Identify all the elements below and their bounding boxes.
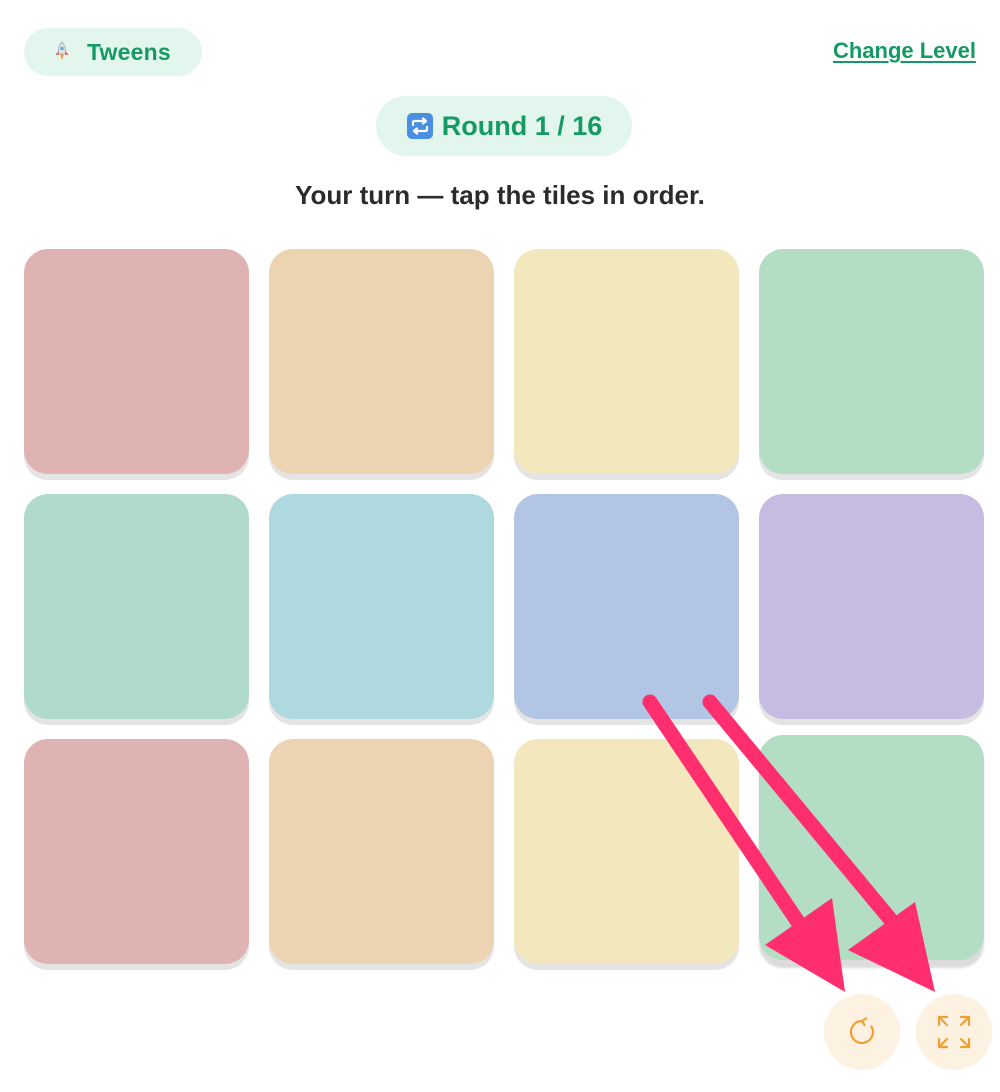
round-label: Round 1 / 16	[441, 110, 603, 141]
fullscreen-button[interactable]	[916, 994, 992, 1070]
tile-grid	[24, 249, 985, 971]
tile-2[interactable]	[269, 249, 494, 474]
tile-4[interactable]	[759, 249, 984, 474]
tile-6[interactable]	[269, 494, 494, 719]
restart-button[interactable]	[824, 994, 900, 1070]
tile-12[interactable]	[759, 735, 984, 960]
tile-10[interactable]	[269, 739, 494, 964]
rocket-icon	[51, 41, 73, 63]
restart-icon	[847, 1017, 877, 1047]
tile-11[interactable]	[514, 739, 739, 964]
tile-5[interactable]	[24, 494, 249, 719]
level-name: Tweens	[87, 38, 171, 65]
tile-9[interactable]	[24, 739, 249, 964]
expand-icon	[935, 1013, 973, 1051]
change-level-link[interactable]: Change Level	[833, 38, 976, 64]
tile-8[interactable]	[759, 494, 984, 719]
instruction-text: Your turn — tap the tiles in order.	[295, 180, 705, 210]
tile-7[interactable]	[514, 494, 739, 719]
repeat-icon	[406, 112, 434, 140]
tile-3[interactable]	[514, 249, 739, 474]
tile-1[interactable]	[24, 249, 249, 474]
game-screen: Tweens Change Level Round 1 / 16 Your tu…	[0, 0, 1000, 1092]
level-badge[interactable]: Tweens	[24, 28, 202, 76]
round-counter: Round 1 / 16	[376, 96, 632, 156]
